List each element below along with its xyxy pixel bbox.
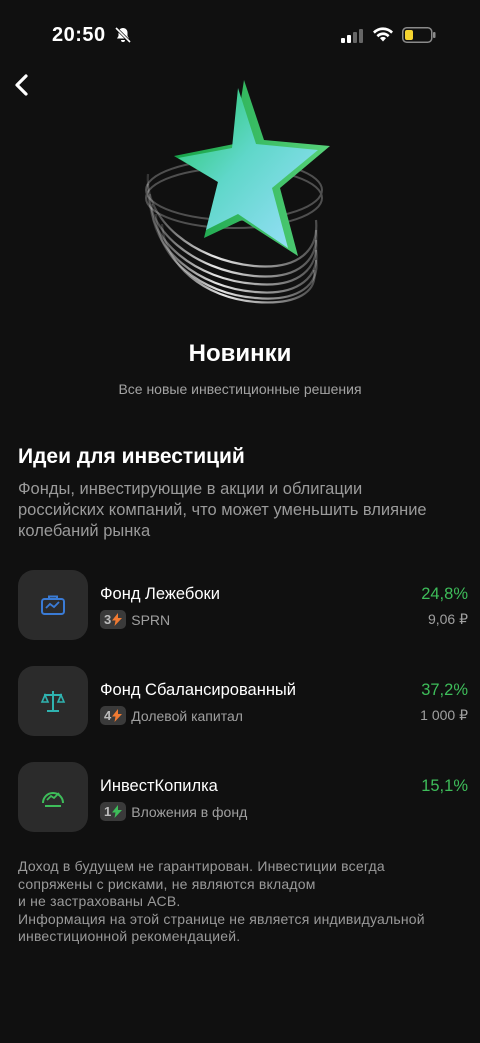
disclaimer-line: и не застрахованы АСВ.: [18, 893, 181, 909]
risk-level: 3: [104, 612, 112, 627]
wifi-icon: [373, 27, 393, 42]
status-bar: 20:50: [0, 0, 480, 70]
fund-price: 9,06 ₽: [427, 611, 468, 627]
disclaimer: Доход в будущем не гарантирован. Инвести…: [18, 858, 468, 946]
risk-badge: 4: [100, 706, 127, 725]
fund-icon-tile: [18, 666, 88, 736]
fund-meta: 1 Вложения в фонд: [100, 802, 247, 821]
section-title: Идеи для инвестиций: [18, 445, 245, 468]
fund-return: 37,2%: [421, 681, 468, 699]
risk-badge: 3: [100, 610, 127, 629]
battery-icon: [402, 27, 436, 43]
fund-name: Фонд Лежебоки: [100, 585, 220, 603]
disclaimer-line: Доход в будущем не гарантирован. Инвести…: [18, 858, 385, 874]
fund-name: ИнвестКопилка: [100, 777, 218, 795]
fund-category: Вложения в фонд: [131, 803, 248, 820]
scales-icon: [40, 691, 66, 712]
bell-muted-icon: [114, 26, 132, 44]
bolt-icon: [112, 613, 123, 626]
fund-return: 24,8%: [421, 585, 468, 603]
fund-category: Долевой капитал: [131, 707, 243, 724]
gauge-icon: [42, 792, 64, 807]
fund-name: Фонд Сбалансированный: [100, 681, 297, 699]
disclaimer-line: Информация на этой странице не является …: [18, 910, 425, 927]
bolt-icon: [112, 805, 123, 818]
fund-item-investkopilka[interactable]: ИнвестКопилка 1 Вложения в фонд 15,1%: [18, 762, 468, 832]
back-arrow-icon[interactable]: [10, 70, 38, 100]
status-time: 20:50: [52, 24, 106, 46]
new-products-star-illustration: [145, 80, 330, 304]
fund-return: 15,1%: [421, 777, 468, 795]
section-description: Фонды, инвестирующие в акции и облигации…: [18, 480, 427, 540]
bolt-icon: [112, 709, 123, 722]
page-title: Новинки: [188, 340, 292, 367]
fund-item-lazy[interactable]: Фонд Лежебоки 3 SPRN 24,8% 9,06 ₽: [18, 570, 468, 640]
fund-category: SPRN: [131, 611, 171, 628]
disclaimer-line: инвестиционной рекомендацией.: [18, 928, 241, 944]
disclaimer-line: сопряжены с рисками, не являются вкладом: [18, 875, 316, 892]
fund-price: 1 000 ₽: [420, 707, 468, 723]
page-subtitle: Все новые инвестиционные решения: [118, 381, 362, 397]
fund-icon-tile: [18, 762, 88, 832]
briefcase-icon: [41, 595, 65, 615]
risk-level: 4: [104, 708, 112, 723]
fund-meta: 3 SPRN: [100, 610, 170, 629]
risk-level: 1: [104, 804, 112, 819]
fund-meta: 4 Долевой капитал: [100, 706, 243, 725]
fund-icon-tile: [18, 570, 88, 640]
signal-icon: [341, 29, 363, 43]
risk-badge: 1: [100, 802, 127, 821]
fund-item-balanced[interactable]: Фонд Сбалансированный 4 Долевой капитал …: [18, 666, 468, 736]
